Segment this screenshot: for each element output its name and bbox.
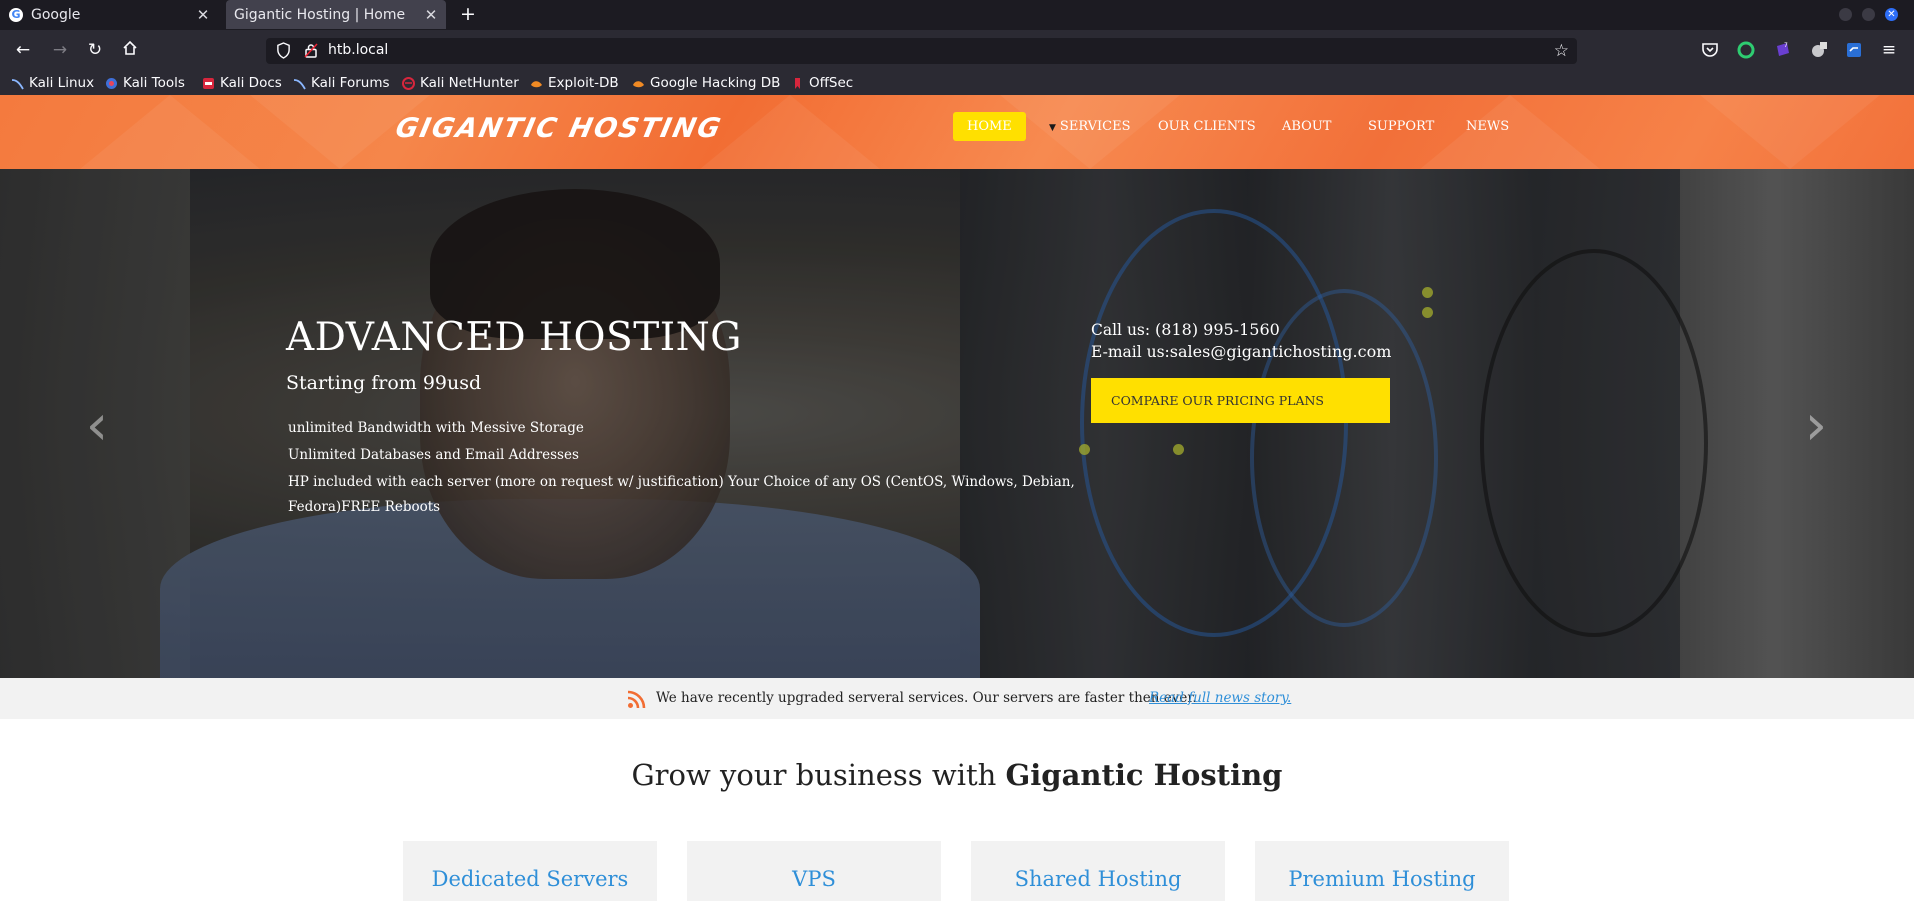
nav-home[interactable]: HOME (953, 112, 1026, 141)
header-pattern (700, 95, 880, 169)
read-news-link[interactable]: Read full news story. (1149, 690, 1291, 706)
nav-our-clients[interactable]: OUR CLIENTS (1158, 119, 1256, 134)
bookmark-offsec[interactable]: OffSec (791, 75, 853, 91)
tab-google[interactable]: G Google ✕ (0, 0, 218, 29)
bookmark-kali-linux[interactable]: Kali Linux (11, 75, 94, 91)
hero-feature: Unlimited Databases and Email Addresses (288, 447, 579, 463)
home-icon[interactable] (120, 40, 140, 60)
hamburger-menu-icon[interactable]: ≡ (1879, 40, 1899, 60)
pocket-icon[interactable] (1701, 41, 1719, 59)
exploit-db-icon (531, 80, 542, 87)
kali-docs-icon (203, 77, 214, 89)
shield-icon[interactable] (276, 42, 291, 59)
hero-feature: Fedora)FREE Reboots (288, 499, 441, 515)
bookmark-star-icon[interactable]: ☆ (1554, 41, 1569, 61)
carousel-prev-icon[interactable]: ‹ (82, 396, 112, 456)
tab-gigantic-hosting[interactable]: Gigantic Hosting | Home ✕ (226, 0, 446, 29)
bookmark-label: Kali NetHunter (420, 75, 519, 91)
extension-grey-icon[interactable] (1810, 41, 1828, 59)
bookmark-label: Kali Tools (123, 75, 185, 91)
bookmark-label: Kali Forums (311, 75, 390, 91)
news-text: We have recently upgraded serveral servi… (656, 690, 1197, 706)
nethunter-icon (402, 76, 415, 90)
tab-title: Gigantic Hosting | Home (234, 6, 406, 23)
browser-tab-bar: G Google ✕ Gigantic Hosting | Home ✕ + ✕ (0, 0, 1914, 30)
bookmarks-bar: Kali Linux Kali Tools Kali Docs Kali For… (0, 71, 1914, 95)
bookmark-label: Exploit-DB (548, 75, 619, 91)
nav-about[interactable]: ABOUT (1282, 119, 1331, 134)
phone-label: Call us: (1091, 321, 1156, 339)
card-title[interactable]: VPS (687, 867, 941, 891)
card-vps[interactable]: VPS (687, 841, 941, 901)
bookmark-kali-forums[interactable]: Kali Forums (293, 75, 390, 91)
card-title[interactable]: Dedicated Servers (403, 867, 657, 891)
reload-icon[interactable]: ↻ (85, 40, 105, 60)
card-dedicated-servers[interactable]: Dedicated Servers (403, 841, 657, 901)
minimize-button[interactable] (1839, 8, 1852, 21)
hero-feature: unlimited Bandwidth with Messive Storage (288, 420, 584, 436)
header-pattern (1700, 95, 1880, 169)
carousel-next-icon[interactable]: › (1801, 396, 1831, 456)
hero-carousel: ‹ › ADVANCED HOSTING Starting from 99usd… (0, 169, 1914, 678)
hero-subtitle: Starting from 99usd (286, 372, 482, 394)
card-title[interactable]: Premium Hosting (1255, 867, 1509, 891)
site-logo[interactable]: GIGANTIC HOSTING (393, 113, 725, 144)
insecure-lock-icon[interactable] (304, 43, 318, 58)
rss-icon (627, 690, 646, 709)
close-icon[interactable]: ✕ (192, 6, 214, 24)
heading-brand: Gigantic Hosting (1005, 758, 1283, 792)
new-tab-button[interactable]: + (458, 2, 478, 26)
nav-news[interactable]: NEWS (1466, 119, 1509, 134)
card-premium-hosting[interactable]: Premium Hosting (1255, 841, 1509, 901)
heading-prefix: Grow your business with (631, 758, 1006, 792)
bookmark-label: Google Hacking DB (650, 75, 781, 91)
email-label: E-mail us: (1091, 343, 1170, 361)
exploit-db-icon (633, 80, 644, 87)
extension-purple-icon[interactable]: 7 (1774, 41, 1792, 59)
forward-arrow-icon[interactable]: → (50, 40, 70, 60)
nav-services[interactable]: ▼ SERVICES (1049, 119, 1131, 134)
bookmark-label: Kali Docs (220, 75, 282, 91)
site-header: GIGANTIC HOSTING HOME ▼ SERVICES OUR CLIE… (0, 95, 1914, 169)
nav-services-label: SERVICES (1059, 119, 1131, 134)
close-icon[interactable]: ✕ (420, 6, 442, 24)
email-address[interactable]: sales@gigantichosting.com (1170, 342, 1392, 361)
bookmark-kali-docs[interactable]: Kali Docs (202, 75, 282, 91)
section-heading: Grow your business with Gigantic Hosting (0, 758, 1914, 792)
compare-pricing-button[interactable]: COMPARE OUR PRICING PLANS (1091, 378, 1390, 423)
google-icon: G (9, 7, 23, 22)
caret-down-icon: ▼ (1049, 123, 1056, 133)
header-pattern (1420, 95, 1600, 169)
svg-text:7: 7 (1784, 42, 1788, 49)
offsec-icon (795, 77, 800, 89)
kali-tools-icon (106, 77, 117, 89)
card-shared-hosting[interactable]: Shared Hosting (971, 841, 1225, 901)
maximize-button[interactable] (1862, 8, 1875, 21)
nav-support[interactable]: SUPPORT (1368, 119, 1434, 134)
hero-email: E-mail us:sales@gigantichosting.com (1091, 342, 1391, 361)
back-arrow-icon[interactable]: ← (13, 40, 33, 60)
kali-icon (293, 78, 306, 89)
url-text[interactable]: htb.local (328, 42, 388, 58)
tab-title: Google (31, 6, 81, 23)
close-window-button[interactable]: ✕ (1885, 8, 1898, 21)
bookmark-exploit-db[interactable]: Exploit-DB (530, 75, 619, 91)
hero-title: ADVANCED HOSTING (286, 315, 742, 360)
phone-number[interactable]: (818) 995-1560 (1155, 320, 1280, 339)
bookmark-kali-nethunter[interactable]: Kali NetHunter (402, 75, 519, 91)
bookmark-google-hacking-db[interactable]: Google Hacking DB (632, 75, 780, 91)
kali-icon (11, 78, 24, 89)
url-bar[interactable]: htb.local ☆ (266, 38, 1577, 64)
header-pattern (80, 95, 260, 169)
hero-feature: HP included with each server (more on re… (288, 474, 1075, 490)
news-strip: We have recently upgraded serveral servi… (0, 678, 1914, 719)
extension-blue-icon[interactable] (1845, 41, 1863, 59)
extension-green-icon[interactable] (1737, 41, 1755, 59)
card-title[interactable]: Shared Hosting (971, 867, 1225, 891)
hero-phone: Call us: (818) 995-1560 (1091, 320, 1280, 339)
bookmark-kali-tools[interactable]: Kali Tools (105, 75, 185, 91)
bookmark-label: OffSec (809, 75, 854, 91)
bookmark-label: Kali Linux (29, 75, 95, 91)
